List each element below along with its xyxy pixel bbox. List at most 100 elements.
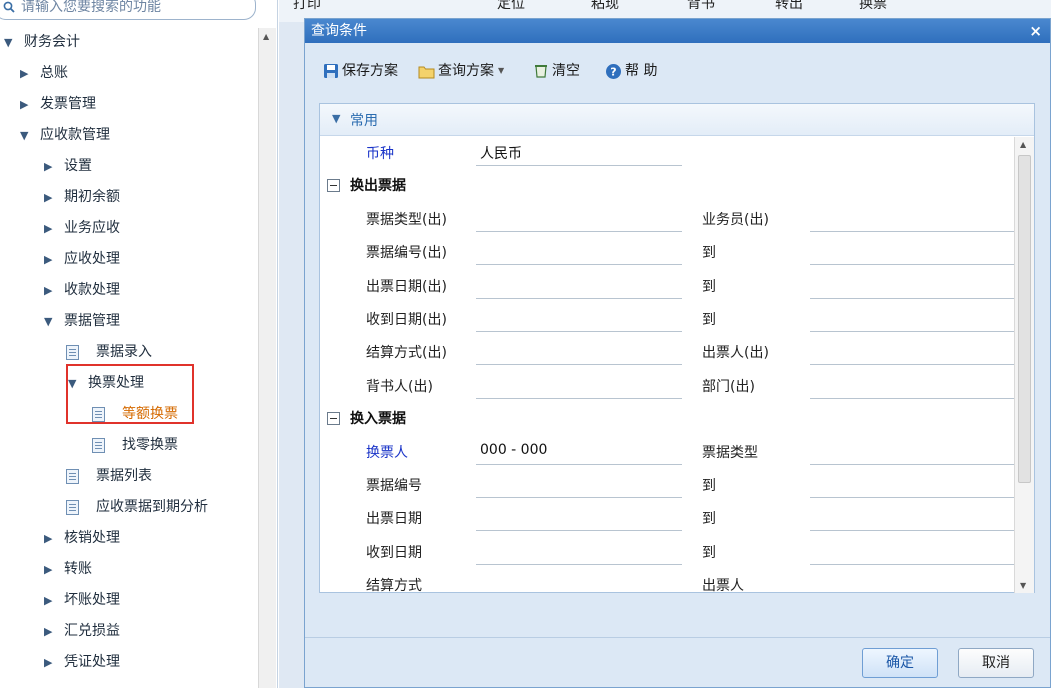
save-scheme-button[interactable]: 保存方案 — [323, 61, 398, 81]
input-field[interactable] — [476, 330, 682, 332]
tree-item[interactable]: ▶ 转账 — [0, 554, 262, 585]
tree-item[interactable]: ▼ 应收款管理 — [0, 120, 262, 151]
tree-item[interactable]: ▶ 总账 — [0, 58, 262, 89]
input-field[interactable] — [810, 264, 1014, 266]
collapsed-arrow-icon[interactable]: ▶ — [44, 182, 52, 213]
exchanger-field[interactable] — [476, 464, 682, 465]
tree-item[interactable]: 票据录入 — [0, 337, 262, 368]
collapsed-arrow-icon[interactable]: ▶ — [44, 585, 52, 616]
input-field[interactable] — [476, 231, 682, 232]
collapsed-arrow-icon[interactable]: ▶ — [44, 275, 52, 306]
input-field[interactable] — [476, 397, 682, 399]
clear-button[interactable]: 清空 — [533, 61, 580, 81]
expanded-arrow-icon[interactable]: ▼ — [20, 120, 28, 151]
form-row: 票据类型(出) 业务员(出) — [320, 203, 1014, 236]
collapsed-arrow-icon[interactable]: ▶ — [44, 616, 52, 647]
collapse-arrow-icon[interactable]: ▼ — [332, 112, 340, 125]
scroll-down-icon[interactable]: ▼ — [1020, 581, 1026, 590]
tree-item[interactable]: 票据列表 — [0, 461, 262, 492]
input-field[interactable] — [810, 330, 1014, 332]
collapsed-arrow-icon[interactable]: ▶ — [44, 523, 52, 554]
help-icon: ? — [606, 63, 621, 79]
exchange-button[interactable]: 换票 — [859, 0, 887, 13]
in-bill-type-field[interactable] — [810, 464, 1014, 465]
endorse-button[interactable]: 背书 — [687, 0, 715, 13]
ok-button[interactable]: 确定 — [862, 648, 938, 678]
tree-item[interactable]: ▶ 坏账处理 — [0, 585, 262, 616]
tree-item[interactable]: ▶ 业务应收 — [0, 213, 262, 244]
input-field[interactable] — [810, 397, 1014, 399]
expanded-arrow-icon[interactable]: ▼ — [44, 306, 52, 337]
tree-item-label: 票据录入 — [96, 344, 152, 360]
query-dialog: 查询条件 × 保存方案 查询方案 ▼ 清空 ? 帮 助 ▼ 常用 币种 人民币 — [304, 18, 1051, 688]
tree-item[interactable]: ▶ 期初余额 — [0, 182, 262, 213]
tree-item[interactable]: ▼ 换票处理 — [0, 368, 262, 399]
tree-item[interactable]: ▶ 发票管理 — [0, 89, 262, 120]
collapse-out-icon[interactable] — [327, 179, 340, 192]
scroll-thumb[interactable] — [1018, 155, 1031, 483]
common-panel-header[interactable]: ▼ 常用 — [320, 104, 1034, 136]
tree-item[interactable]: ▶ 设置 — [0, 151, 262, 182]
discount-button[interactable]: 粘现 — [591, 0, 619, 13]
tree-item[interactable]: ▼ 财务会计 — [0, 27, 262, 58]
expanded-arrow-icon[interactable]: ▼ — [68, 368, 76, 399]
expanded-arrow-icon[interactable]: ▼ — [4, 27, 12, 58]
input-field[interactable] — [810, 297, 1014, 299]
collapsed-arrow-icon[interactable]: ▶ — [20, 89, 28, 120]
tree-item-label: 应收款管理 — [40, 127, 110, 143]
section-out-header: 换出票据 — [320, 170, 1014, 203]
close-icon[interactable]: × — [1029, 19, 1042, 43]
tree-item[interactable]: 找零换票 — [0, 430, 262, 461]
scroll-up-icon[interactable]: ▲ — [1020, 140, 1026, 149]
locate-button[interactable]: 定位 — [497, 0, 525, 13]
field-label: 背书人(出) — [366, 378, 433, 395]
input-field[interactable] — [810, 497, 1014, 498]
collapse-in-icon[interactable] — [327, 412, 340, 425]
tree-item-label: 票据列表 — [96, 468, 152, 484]
collapsed-arrow-icon[interactable]: ▶ — [20, 58, 28, 89]
collapsed-arrow-icon[interactable]: ▶ — [44, 213, 52, 244]
document-icon — [66, 345, 79, 360]
input-field[interactable] — [476, 497, 682, 498]
tree-item[interactable]: ▼ 票据管理 — [0, 306, 262, 337]
input-field[interactable] — [476, 364, 682, 366]
tree-item[interactable]: ▶ 应收处理 — [0, 244, 262, 275]
input-field[interactable] — [810, 364, 1014, 366]
tree-item[interactable]: ▶ 汇兑损益 — [0, 616, 262, 647]
print-button[interactable]: 打印 — [293, 0, 321, 13]
search-box — [0, 0, 256, 20]
help-button[interactable]: ? 帮 助 — [605, 61, 657, 81]
tree-item-label: 找零换票 — [122, 437, 178, 453]
input-field[interactable] — [476, 530, 682, 532]
scroll-up-icon[interactable]: ▲ — [263, 32, 269, 41]
tree-item-label: 汇兑损益 — [64, 623, 120, 639]
search-input[interactable] — [21, 0, 241, 17]
field-label: 业务员(出) — [702, 212, 769, 228]
input-field[interactable] — [476, 264, 682, 266]
input-field[interactable] — [810, 563, 1014, 565]
currency-field[interactable] — [476, 165, 682, 166]
collapsed-arrow-icon[interactable]: ▶ — [44, 554, 52, 585]
query-scheme-button[interactable]: 查询方案 ▼ — [418, 61, 504, 81]
collapsed-arrow-icon[interactable]: ▶ — [44, 151, 52, 182]
tree-item[interactable]: ▶ 收款处理 — [0, 275, 262, 306]
tree-item[interactable]: ▶ 凭证处理 — [0, 647, 262, 678]
tree-item[interactable]: ▶ 核销处理 — [0, 523, 262, 554]
input-field[interactable] — [810, 231, 1014, 232]
cancel-button[interactable]: 取消 — [958, 648, 1034, 678]
input-field[interactable] — [810, 530, 1014, 532]
collapsed-arrow-icon[interactable]: ▶ — [44, 244, 52, 275]
form-scrollbar[interactable]: ▲ ▼ — [1014, 137, 1034, 593]
tree-scrollbar[interactable]: ▲ — [258, 28, 276, 688]
help-label: 帮 助 — [625, 63, 658, 79]
section-in-title: 换入票据 — [350, 411, 406, 427]
input-field[interactable] — [476, 563, 682, 565]
form-row: 收到日期 到 — [320, 536, 1014, 569]
tree-item[interactable]: 应收票据到期分析 — [0, 492, 262, 523]
currency-value[interactable]: 人民币 — [480, 143, 522, 163]
transfer-out-button[interactable]: 转出 — [775, 0, 803, 13]
input-field[interactable] — [476, 297, 682, 299]
collapsed-arrow-icon[interactable]: ▶ — [44, 647, 52, 678]
tree-item[interactable]: 等额换票 — [0, 399, 262, 430]
exchanger-value[interactable]: 000 - 000 — [480, 442, 547, 458]
